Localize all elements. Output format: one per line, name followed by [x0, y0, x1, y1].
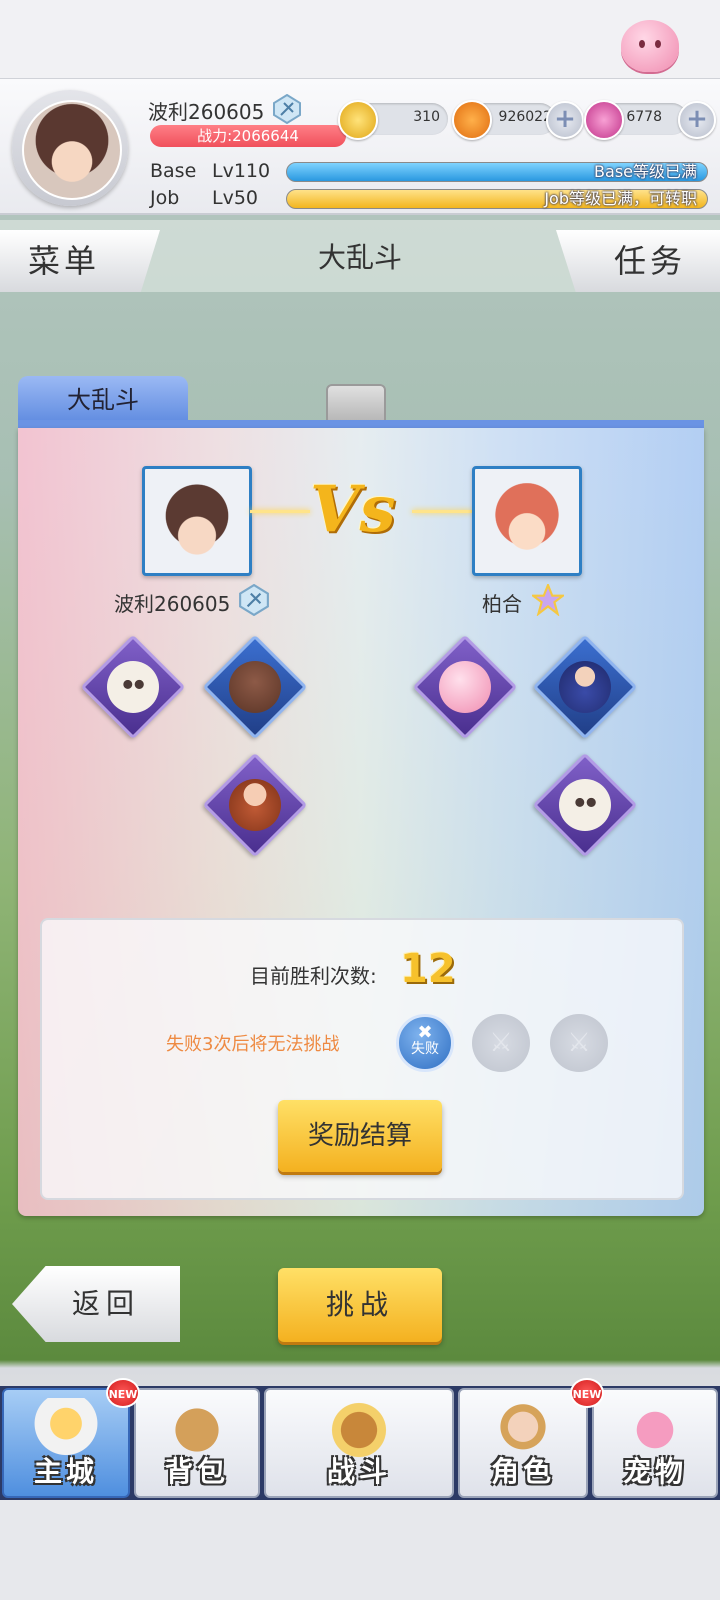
- combat-power: 战力:2066644: [150, 125, 346, 147]
- wins-value: 12: [400, 946, 456, 992]
- challenge-button[interactable]: 挑战: [278, 1268, 442, 1342]
- tab-main-city[interactable]: 主城: [2, 1388, 130, 1498]
- left-fighter-name: 波利260605: [114, 592, 231, 616]
- fail-note: 失败3次后将无法挑战: [166, 1034, 340, 1055]
- base-label: Base: [150, 160, 197, 182]
- attempt-slot-icon: ⚔: [472, 1014, 530, 1072]
- right-fighter-name: 柏合: [482, 592, 522, 616]
- gold-currency: 926022: [452, 100, 556, 140]
- tab-brawl[interactable]: 大乱斗: [18, 376, 188, 424]
- tab-label: 背包: [164, 1455, 229, 1488]
- soldier-icon: [559, 661, 611, 713]
- player-name: 波利260605: [148, 100, 265, 124]
- tab-label: 战斗: [326, 1455, 391, 1488]
- poring-mascot-icon[interactable]: [621, 20, 679, 72]
- base-exp-bar: Base等级已满: [286, 162, 708, 182]
- tab-label: 宠物: [622, 1455, 687, 1488]
- lost-attempt-badge: ✖ 失败: [396, 1014, 454, 1072]
- left-fighter-portrait[interactable]: [142, 466, 252, 576]
- new-badge: NEW: [106, 1378, 140, 1408]
- vs-spark-left: [250, 510, 310, 513]
- broken-heart-icon: ✖: [417, 1022, 433, 1043]
- footer-area: [0, 1500, 720, 1600]
- vs-spark-right: [412, 510, 472, 513]
- job-label: Job: [150, 187, 180, 209]
- back-button[interactable]: 返回: [12, 1266, 180, 1342]
- vs-logo: Vs: [310, 472, 396, 547]
- star-rank-badge-icon: [532, 584, 564, 616]
- tab-pet[interactable]: 宠物: [592, 1388, 718, 1498]
- dancer-icon: [229, 779, 281, 831]
- rank-badge-icon: [273, 94, 301, 124]
- add-gold-button[interactable]: +: [546, 101, 584, 139]
- lost-label: 失败: [411, 1041, 439, 1057]
- add-gem-button[interactable]: +: [678, 101, 716, 139]
- ghost-icon: [107, 661, 159, 713]
- status-strip: [0, 0, 720, 80]
- ghost-icon: [559, 779, 611, 831]
- tab-label: 角色: [490, 1455, 555, 1488]
- attempt-slot-icon: ⚔: [550, 1014, 608, 1072]
- tab-underline: [18, 420, 704, 428]
- castle-tower-decoration: [326, 384, 386, 422]
- zeny-coin-icon: [338, 100, 378, 140]
- player-avatar-frame[interactable]: [12, 90, 128, 206]
- task-button[interactable]: 任务: [556, 230, 720, 292]
- gem-value: 6778: [626, 109, 662, 125]
- job-exp-bar: Job等级已满，可转职: [286, 189, 708, 209]
- gold-coin-icon: [452, 100, 492, 140]
- gold-value: 926022: [498, 109, 552, 125]
- base-level: Lv110: [212, 160, 271, 182]
- avatar: [22, 100, 122, 200]
- tab-backpack[interactable]: 背包: [134, 1388, 260, 1498]
- job-level: Lv50: [212, 187, 259, 209]
- zeny-value: 310: [413, 109, 440, 125]
- gem-currency: 6778: [584, 100, 688, 140]
- pink-gem-icon: [584, 100, 624, 140]
- reward-settle-button[interactable]: 奖励结算: [278, 1100, 442, 1172]
- right-fighter-portrait[interactable]: [472, 466, 582, 576]
- tab-character[interactable]: 角色: [458, 1388, 588, 1498]
- rank-badge-icon: [239, 584, 269, 616]
- werewolf-icon: [229, 661, 281, 713]
- wins-label: 目前胜利次数:: [250, 964, 377, 988]
- angel-poring-icon: [439, 661, 491, 713]
- new-badge: NEW: [570, 1378, 604, 1408]
- zeny-currency: 310: [338, 100, 448, 140]
- tab-battle[interactable]: 战斗: [264, 1388, 454, 1498]
- tab-label: 主城: [33, 1455, 98, 1488]
